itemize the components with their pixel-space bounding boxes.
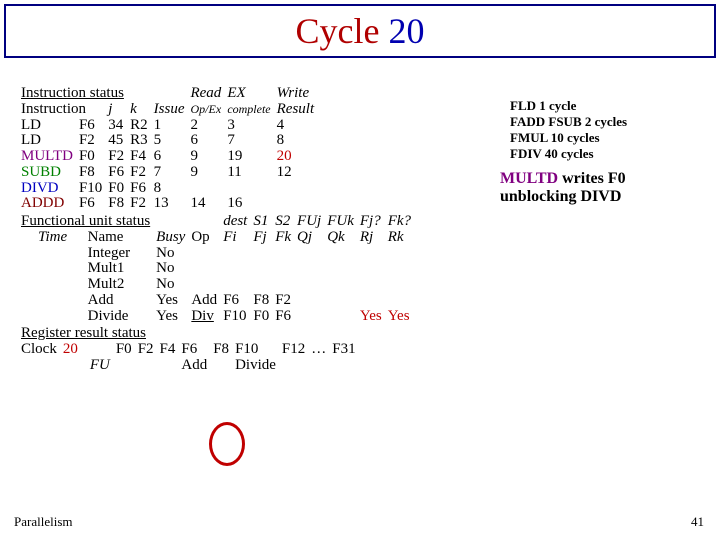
section-header: Register result status xyxy=(18,326,359,342)
table-row: SUBDF8F6F2791112 xyxy=(18,165,317,181)
table-row: Mult2No xyxy=(18,277,414,293)
register-result-status-table: Register result status Clock 20 F0F2F4F6… xyxy=(18,326,359,373)
table-row: LDF245R35678 xyxy=(18,133,317,149)
section-header: Instruction status xyxy=(18,86,151,102)
slide-number: 41 xyxy=(691,514,704,530)
title-box: Cycle 20 xyxy=(4,4,716,58)
table-row: DivideYesDivF10F0F6YesYes xyxy=(18,309,414,325)
instruction-status-table: Instruction status Read EX Write Instruc… xyxy=(18,86,317,212)
highlight-circle xyxy=(209,422,245,466)
table-row: LDF634R21234 xyxy=(18,118,317,134)
slide-title: Cycle 20 xyxy=(296,11,425,51)
footer-left: Parallelism xyxy=(14,514,73,530)
table-row: Mult1No xyxy=(18,261,414,277)
cycle-latency-key: FLD 1 cycle FADD FSUB 2 cycles FMUL 10 c… xyxy=(510,98,627,162)
table-row: MULTDF0F2F4691920 xyxy=(18,149,317,165)
annotation-text: MULTD writes F0 unblocking DIVD xyxy=(500,170,626,206)
table-row: AddYesAddF6F8F2 xyxy=(18,293,414,309)
scoreboard-content: Instruction status Read EX Write Instruc… xyxy=(18,86,414,374)
section-header: Functional unit status xyxy=(18,214,153,230)
functional-unit-status-table: Functional unit status dest S1 S2 FUj FU… xyxy=(18,214,414,324)
table-row: DIVDF10F0F68 xyxy=(18,181,317,197)
table-row: ADDDF6F8F2131416 xyxy=(18,196,317,212)
table-row: IntegerNo xyxy=(18,246,414,262)
clock-value: 20 xyxy=(60,342,81,358)
